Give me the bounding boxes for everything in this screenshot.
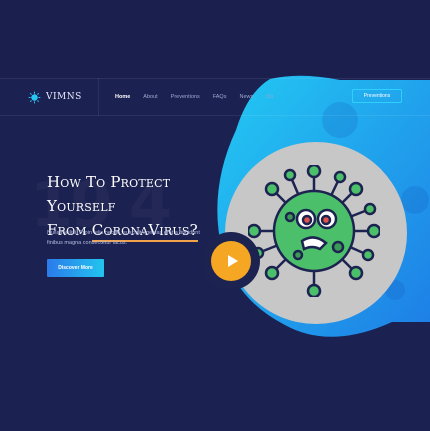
- nav-item-contact[interactable]: Co: [266, 93, 273, 101]
- logo-text: VIMNS: [46, 92, 82, 102]
- top-band: [0, 0, 430, 78]
- logo[interactable]: VIMNS: [28, 90, 82, 104]
- hero-description: Nulla facilisi. Proin felis neque, susci…: [47, 230, 200, 246]
- nav-item-preventions[interactable]: Preventions: [171, 93, 200, 101]
- discover-more-button[interactable]: Discover More: [47, 259, 104, 277]
- coronavirus-illustration: [248, 165, 380, 297]
- preventions-button[interactable]: Preventions: [352, 89, 402, 103]
- nav-item-home[interactable]: Home: [115, 93, 130, 101]
- nav-item-about[interactable]: About: [143, 93, 157, 101]
- header-divider: [98, 78, 99, 116]
- play-icon: [211, 241, 251, 281]
- nav-item-faqs[interactable]: FAQs: [213, 93, 227, 101]
- main-nav: Home About Preventions FAQs News Co: [115, 93, 286, 101]
- play-button[interactable]: [202, 232, 260, 290]
- virus-logo-icon: [28, 91, 41, 103]
- nav-item-news[interactable]: News: [239, 93, 253, 101]
- hero-heading-line1: How To Protect Yourself: [47, 173, 171, 215]
